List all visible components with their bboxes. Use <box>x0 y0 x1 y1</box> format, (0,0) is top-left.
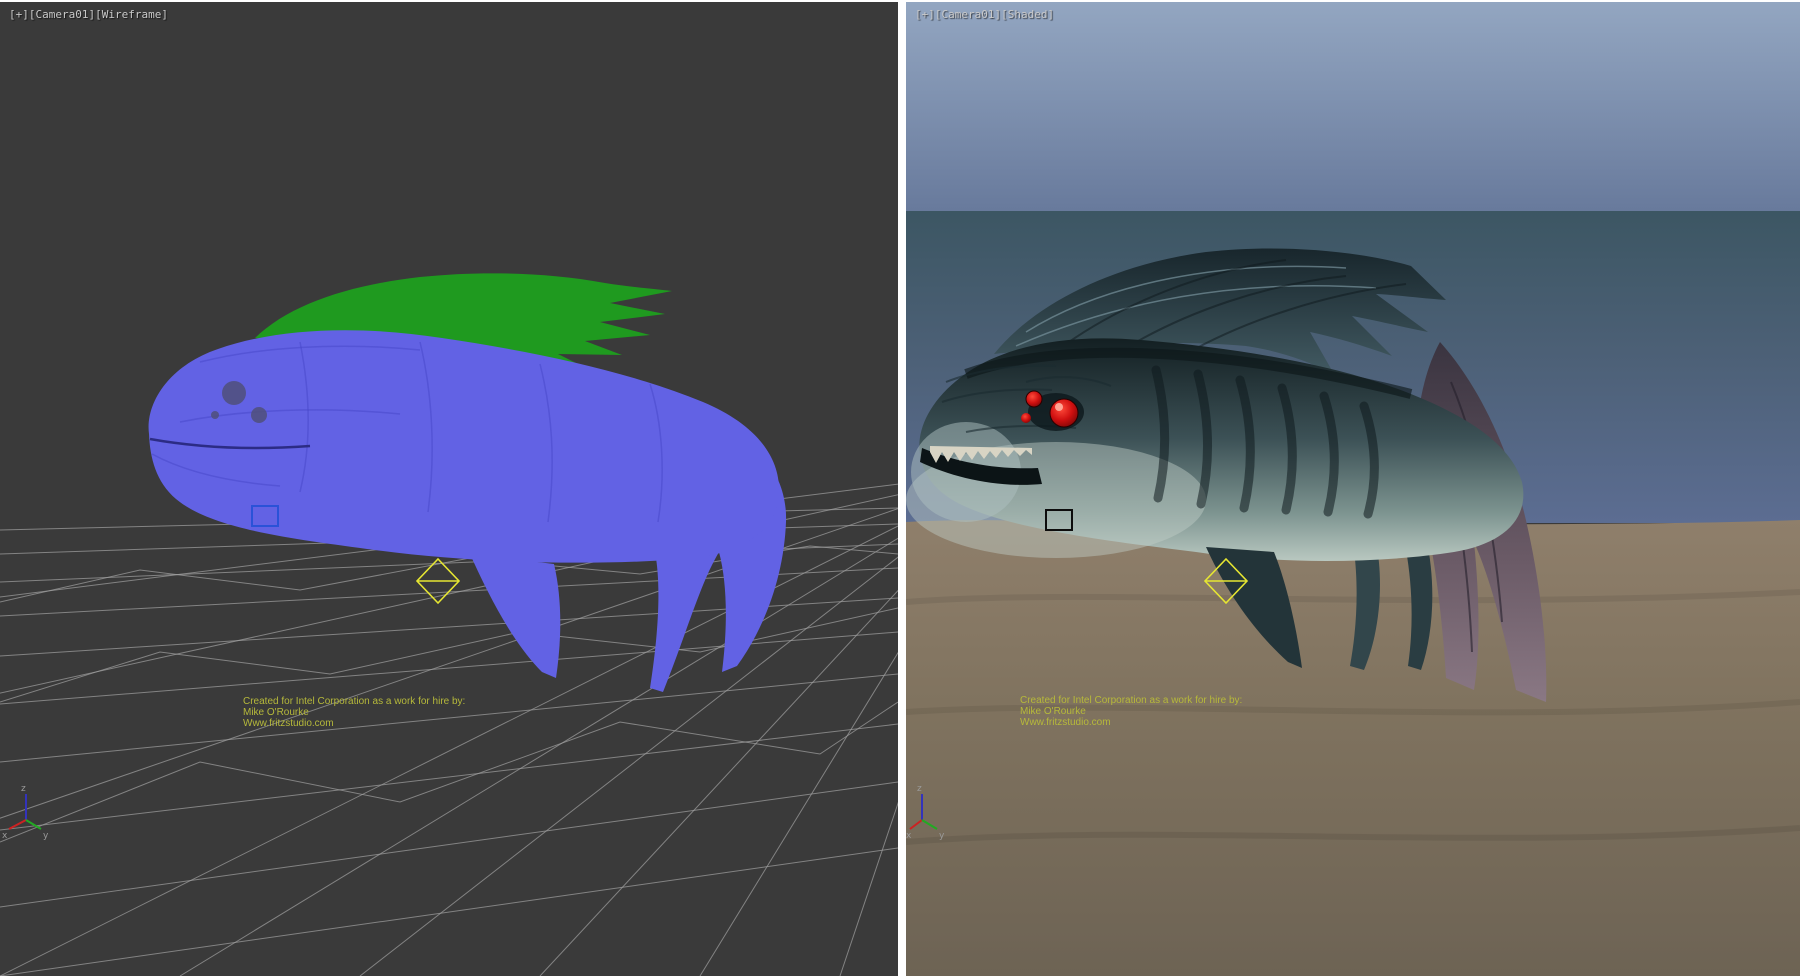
viewport-menu-shading[interactable]: [Shaded] <box>1001 8 1054 21</box>
viewport-divider[interactable] <box>898 2 906 976</box>
viewport-label-bar: [+] [Camera01] [Wireframe] <box>9 8 168 21</box>
axis-label-z: z <box>917 784 922 794</box>
viewport-label-bar: [+] [Camera01] [Shaded] <box>915 8 1054 21</box>
viewport-shaded[interactable]: [+] [Camera01] [Shaded] <box>906 2 1800 976</box>
fish-eye-spot-tiny <box>211 411 219 419</box>
credit-line-2: Mike O'Rourke <box>243 707 465 718</box>
viewport-wireframe[interactable]: [+] [Camera01] [Wireframe] <box>0 2 898 976</box>
eye-second <box>1026 391 1042 407</box>
credit-line-1: Created for Intel Corporation as a work … <box>243 696 465 707</box>
viewport-menu-pov[interactable]: [Camera01] <box>935 8 1001 21</box>
axis-label-y: y <box>43 831 49 841</box>
fish-model-wireframe[interactable] <box>149 273 787 692</box>
axis-label-y: y <box>939 831 945 841</box>
fish-body[interactable] <box>149 330 780 562</box>
fish-eye-spot-large <box>222 381 246 405</box>
sky <box>906 2 1800 211</box>
ground-sand <box>906 520 1800 976</box>
viewport-split-container: [+] [Camera01] [Wireframe] <box>0 0 1800 978</box>
world-axis-tripod: z x y <box>2 784 49 841</box>
credit-line-2: Mike O'Rourke <box>1020 706 1242 717</box>
axis-label-x: x <box>2 831 8 841</box>
shaded-scene-canvas[interactable]: z x y <box>906 2 1800 976</box>
eye-third <box>1021 413 1031 423</box>
scene-credit-text: Created for Intel Corporation as a work … <box>1020 695 1242 728</box>
axis-label-x: x <box>906 831 912 841</box>
scene-credit-text: Created for Intel Corporation as a work … <box>243 696 465 729</box>
viewport-menu-general[interactable]: [+] <box>9 8 29 21</box>
fish-pelvic-fin[interactable] <box>470 554 560 678</box>
credit-line-1: Created for Intel Corporation as a work … <box>1020 695 1242 706</box>
axis-label-z: z <box>21 784 26 794</box>
fish-eye-spot-small <box>251 407 267 423</box>
credit-line-3: Www.fritzstudio.com <box>243 718 465 729</box>
eye-main <box>1050 399 1078 427</box>
eye-highlight <box>1055 403 1063 411</box>
wireframe-scene-canvas[interactable]: z x y <box>0 2 898 976</box>
viewport-menu-general[interactable]: [+] <box>915 8 935 21</box>
viewport-menu-shading[interactable]: [Wireframe] <box>95 8 168 21</box>
credit-line-3: Www.fritzstudio.com <box>1020 717 1242 728</box>
viewport-menu-pov[interactable]: [Camera01] <box>29 8 95 21</box>
